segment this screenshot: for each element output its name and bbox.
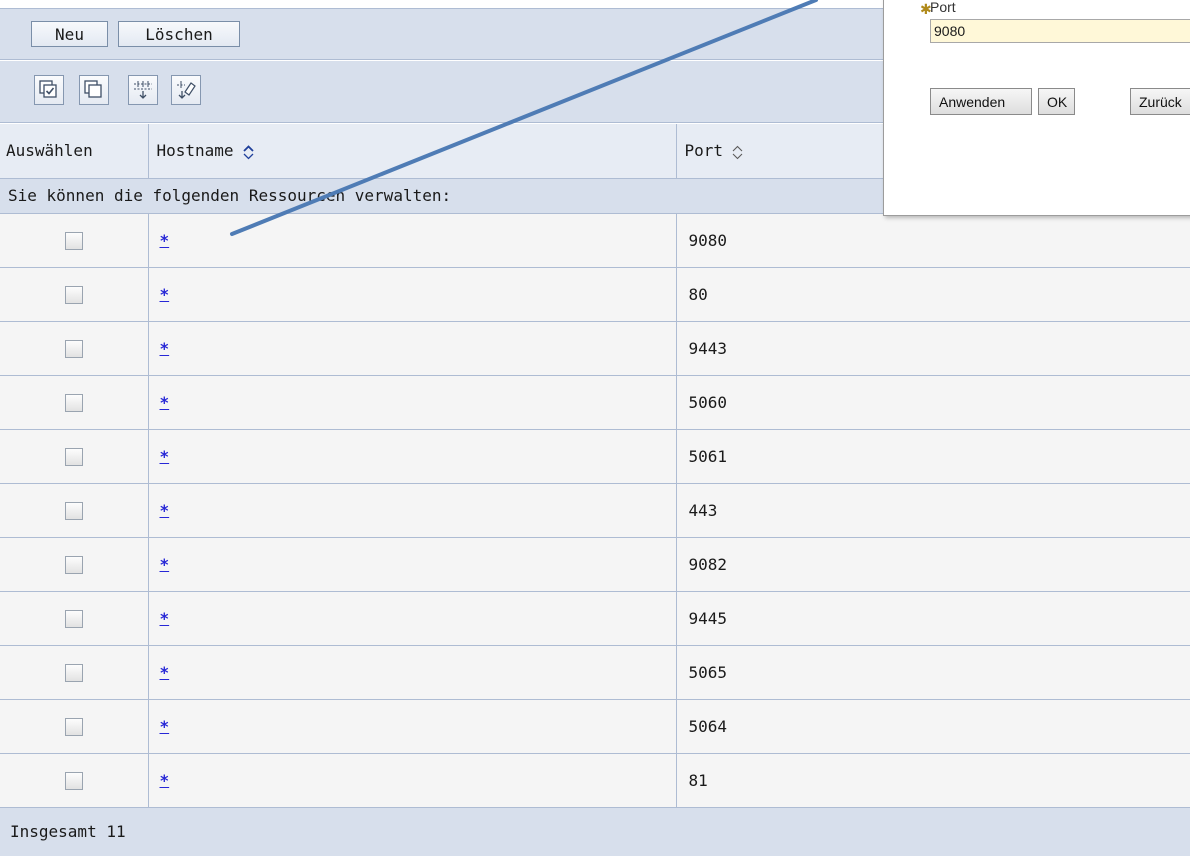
hostname-link[interactable]: * (160, 555, 170, 574)
row-select-checkbox[interactable] (64, 717, 83, 736)
select-cell (0, 213, 149, 268)
port-cell: 5064 (676, 699, 1190, 754)
port-cell: 80 (676, 267, 1190, 322)
hostname-cell: * (148, 753, 677, 808)
hostname-link[interactable]: * (160, 285, 170, 304)
select-cell (0, 267, 149, 322)
row-select-checkbox[interactable] (64, 339, 83, 358)
hostname-cell: * (148, 537, 677, 592)
apply-button[interactable]: Anwenden (930, 88, 1032, 115)
hostname-cell: * (148, 699, 677, 754)
hostname-link[interactable]: * (160, 501, 170, 520)
hostname-link[interactable]: * (160, 447, 170, 466)
select-cell (0, 645, 149, 700)
new-button[interactable]: Neu (31, 21, 108, 47)
column-hostname-label: Hostname (156, 141, 234, 161)
select-cell (0, 591, 149, 646)
hostname-cell: * (148, 591, 677, 646)
select-cell (0, 483, 149, 538)
hostname-link[interactable]: * (160, 339, 170, 358)
hostname-link[interactable]: * (160, 717, 170, 736)
row-select-checkbox[interactable] (64, 555, 83, 574)
port-field-label: Port (930, 0, 956, 15)
hostname-link[interactable]: * (160, 393, 170, 412)
port-cell: 9080 (676, 213, 1190, 268)
hostname-link[interactable]: * (160, 663, 170, 682)
back-button[interactable]: Zurück (1130, 88, 1190, 115)
hostname-link[interactable]: * (160, 771, 170, 790)
ok-button[interactable]: OK (1038, 88, 1075, 115)
column-select-label: Auswählen (6, 141, 93, 161)
port-cell: 9443 (676, 321, 1190, 376)
select-cell (0, 429, 149, 484)
table-row: * 5065 (0, 645, 1190, 700)
column-header-hostname[interactable]: Hostname (148, 124, 677, 179)
port-cell: 81 (676, 753, 1190, 808)
port-input[interactable] (930, 19, 1190, 43)
row-select-checkbox[interactable] (64, 771, 83, 790)
select-cell (0, 375, 149, 430)
hostname-cell: * (148, 321, 677, 376)
table-row: * 9443 (0, 321, 1190, 376)
port-cell: 9445 (676, 591, 1190, 646)
table-row: * 5061 (0, 429, 1190, 484)
hostname-cell: * (148, 429, 677, 484)
delete-button[interactable]: Löschen (118, 21, 240, 47)
select-cell (0, 699, 149, 754)
port-cell: 5061 (676, 429, 1190, 484)
deselect-all-icon[interactable] (79, 75, 109, 105)
hostname-cell: * (148, 483, 677, 538)
select-cell (0, 321, 149, 376)
show-filter-icon[interactable] (128, 75, 158, 105)
table-row: * 80 (0, 267, 1190, 322)
row-select-checkbox[interactable] (64, 501, 83, 520)
table-row: * 9082 (0, 537, 1190, 592)
row-select-checkbox[interactable] (64, 393, 83, 412)
virtual-host-table: Auswählen Hostname Port Sie können die f… (0, 124, 1190, 856)
hostname-cell: * (148, 213, 677, 268)
column-port-label: Port (684, 141, 724, 161)
hostname-cell: * (148, 267, 677, 322)
table-total: Insgesamt 11 (0, 806, 1190, 856)
port-cell: 5060 (676, 375, 1190, 430)
row-select-checkbox[interactable] (64, 231, 83, 250)
column-header-select: Auswählen (0, 124, 149, 179)
virtual-host-aliases-view: Neu Löschen Auswählen Hostname Port Sie … (0, 0, 1190, 856)
row-select-checkbox[interactable] (64, 447, 83, 466)
edit-port-panel: ✱ Port Anwenden OK Zurück (883, 0, 1190, 216)
table-body: * 9080 * 80 * 9443 * 5060 * 5061 * 443 * 9082 * 9445 * 50… (0, 213, 1190, 808)
hostname-link[interactable]: * (160, 231, 170, 250)
select-all-icon[interactable] (34, 75, 64, 105)
select-cell (0, 753, 149, 808)
port-cell: 9082 (676, 537, 1190, 592)
hostname-cell: * (148, 645, 677, 700)
sort-toggle-icon[interactable] (731, 144, 744, 160)
row-select-checkbox[interactable] (64, 285, 83, 304)
table-row: * 5064 (0, 699, 1190, 754)
hostname-link[interactable]: * (160, 609, 170, 628)
clear-filter-icon[interactable] (171, 75, 201, 105)
port-cell: 443 (676, 483, 1190, 538)
table-row: * 9080 (0, 213, 1190, 268)
table-row: * 5060 (0, 375, 1190, 430)
hostname-cell: * (148, 375, 677, 430)
row-select-checkbox[interactable] (64, 663, 83, 682)
table-row: * 9445 (0, 591, 1190, 646)
select-cell (0, 537, 149, 592)
port-cell: 5065 (676, 645, 1190, 700)
table-row: * 81 (0, 753, 1190, 808)
sort-toggle-icon[interactable] (242, 144, 255, 160)
row-select-checkbox[interactable] (64, 609, 83, 628)
table-row: * 443 (0, 483, 1190, 538)
